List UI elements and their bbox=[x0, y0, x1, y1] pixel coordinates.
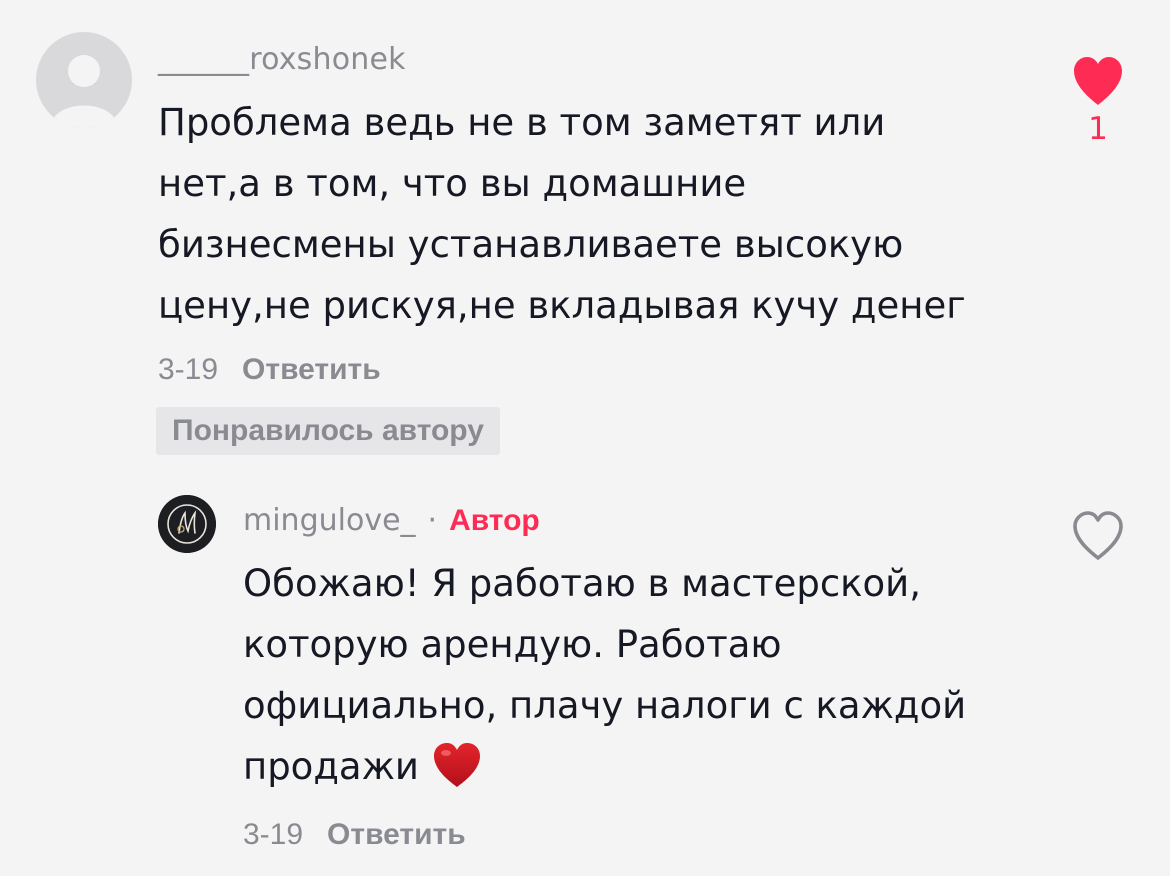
red-heart-emoji bbox=[431, 741, 483, 807]
avatar[interactable] bbox=[36, 32, 132, 128]
author-badge: Автор bbox=[449, 504, 540, 537]
author-avatar[interactable] bbox=[158, 495, 216, 553]
reply-text-content: Обожаю! Я работаю в мастерской, которую … bbox=[243, 562, 967, 788]
reply-username[interactable]: mingulove_ bbox=[243, 503, 416, 538]
reply-like-control[interactable] bbox=[1063, 510, 1133, 562]
separator-dot: · bbox=[427, 503, 438, 538]
liked-by-author-badge: Понравилось автору bbox=[156, 407, 500, 455]
author-logo-icon bbox=[158, 495, 216, 553]
reply-header: mingulove_ · Автор bbox=[243, 503, 540, 538]
reply-to-reply-button[interactable]: Ответить bbox=[327, 818, 466, 852]
comments-section: ______roxshonek Проблема ведь не в том з… bbox=[0, 0, 1170, 876]
comment-date: 3-19 bbox=[158, 353, 219, 386]
reply-button[interactable]: Ответить bbox=[242, 353, 381, 387]
like-count: 1 bbox=[1088, 111, 1108, 147]
comment-username[interactable]: ______roxshonek bbox=[158, 42, 406, 77]
reply-date: 3-19 bbox=[243, 818, 304, 851]
comment-meta: 3-19 Ответить bbox=[158, 353, 381, 387]
heart-filled-icon[interactable] bbox=[1070, 55, 1126, 107]
default-user-avatar-icon bbox=[50, 55, 118, 128]
reply-meta: 3-19 Ответить bbox=[243, 818, 466, 852]
like-control[interactable]: 1 bbox=[1063, 55, 1133, 147]
reply-text: Обожаю! Я работаю в мастерской, которую … bbox=[243, 553, 1023, 807]
heart-outline-icon[interactable] bbox=[1070, 510, 1126, 562]
comment-text: Проблема ведь не в том заметят или нет,а… bbox=[158, 101, 966, 327]
